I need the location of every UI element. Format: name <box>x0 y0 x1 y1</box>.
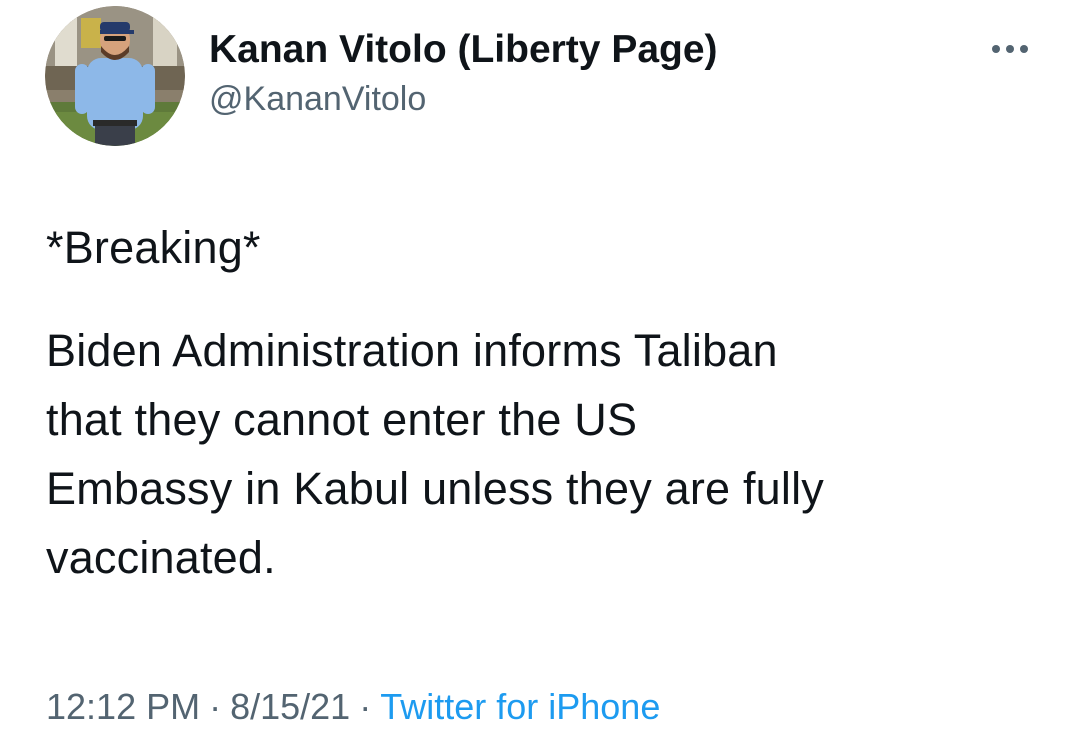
tweet-card: Kanan Vitolo (Liberty Page) @KananVitolo… <box>0 0 1080 755</box>
tweet-text-line: Embassy in Kabul unless they are fully <box>46 463 824 514</box>
tweet-text-paragraph: Biden Administration informs Taliban tha… <box>46 316 1046 592</box>
meta-separator: · <box>209 686 222 727</box>
tweet-text-line: vaccinated. <box>46 532 276 583</box>
more-horizontal-icon <box>992 45 1028 53</box>
tweet-text: *Breaking* Biden Administration informs … <box>46 213 1046 592</box>
avatar-photo <box>45 6 185 146</box>
more-options-button[interactable] <box>984 32 1036 66</box>
author-display-name[interactable]: Kanan Vitolo (Liberty Page) <box>209 28 718 72</box>
tweet-metadata: 12:12 PM · 8/15/21 · Twitter for iPhone <box>46 686 660 728</box>
tweet-time[interactable]: 12:12 PM <box>46 686 200 727</box>
author-handle[interactable]: @KananVitolo <box>209 80 426 119</box>
tweet-text-heading: *Breaking* <box>46 222 261 273</box>
meta-separator: · <box>359 686 372 727</box>
tweet-source-link[interactable]: Twitter for iPhone <box>380 686 660 727</box>
tweet-text-line: Biden Administration informs Taliban <box>46 325 778 376</box>
tweet-date[interactable]: 8/15/21 <box>230 686 350 727</box>
tweet-text-line: that they cannot enter the US <box>46 394 638 445</box>
avatar[interactable] <box>45 6 185 146</box>
